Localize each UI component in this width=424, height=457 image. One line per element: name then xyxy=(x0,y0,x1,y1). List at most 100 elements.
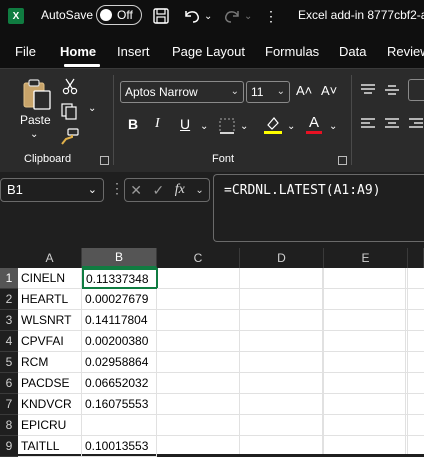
chevron-down-icon[interactable]: ⌄ xyxy=(195,185,203,196)
row-header[interactable]: 5 xyxy=(0,352,18,373)
cell-a7[interactable]: KNDVCR xyxy=(18,394,82,415)
autosave-toggle[interactable]: Off xyxy=(96,5,142,25)
align-left-icon[interactable] xyxy=(360,117,376,136)
formula-input[interactable]: =CRDNL.LATEST(A1:A9) xyxy=(213,174,424,242)
bold-button[interactable]: B xyxy=(128,116,138,132)
paste-icon[interactable] xyxy=(20,77,54,116)
cell-a1[interactable]: CINELN xyxy=(18,268,82,289)
chevron-down-icon: ⌄ xyxy=(87,184,97,196)
cell-b3[interactable]: 0.14117804 xyxy=(82,310,157,331)
name-box-value: B1 xyxy=(7,182,23,197)
fill-color-dropdown-icon[interactable]: ⌄ xyxy=(287,121,295,132)
chevron-down-icon: ⌄ xyxy=(276,86,285,97)
font-size-dropdown[interactable]: 11 ⌄ xyxy=(246,81,290,103)
align-middle-icon[interactable] xyxy=(384,83,400,102)
tab-home[interactable]: Home xyxy=(60,44,96,59)
cell-b6[interactable]: 0.06652032 xyxy=(82,373,157,394)
paste-button-label[interactable]: Paste xyxy=(20,113,51,127)
align-bottom-icon[interactable] xyxy=(408,79,424,101)
tab-file[interactable]: File xyxy=(15,44,36,59)
font-color-button[interactable]: A xyxy=(309,114,319,131)
cancel-icon[interactable]: ✕ xyxy=(130,182,142,199)
row-header[interactable]: 7 xyxy=(0,394,18,415)
row-header[interactable]: 3 xyxy=(0,310,18,331)
cell-b8[interactable] xyxy=(82,415,157,436)
formula-bar-grip-icon: ⋮ xyxy=(110,180,124,196)
tab-formulas[interactable]: Formulas xyxy=(265,44,319,59)
underline-dropdown-icon[interactable]: ⌄ xyxy=(200,121,208,132)
font-size-value: 11 xyxy=(251,85,264,99)
formula-bar-area: B1 ⌄ ⋮ ✕ ✓ fx ⌄ =CRDNL.LATEST(A1:A9) xyxy=(0,172,424,248)
align-center-icon[interactable] xyxy=(384,117,400,136)
cut-icon[interactable] xyxy=(62,77,78,100)
insert-function-button[interactable]: fx xyxy=(175,182,185,198)
column-header-b[interactable]: B xyxy=(82,248,157,268)
tab-page-layout[interactable]: Page Layout xyxy=(172,44,245,59)
formula-buttons: ✕ ✓ fx ⌄ xyxy=(124,178,210,202)
paste-dropdown-icon[interactable]: ⌄ xyxy=(30,129,38,140)
font-color-dropdown-icon[interactable]: ⌄ xyxy=(329,121,337,132)
cell-a5[interactable]: RCM xyxy=(18,352,82,373)
column-header-d[interactable]: D xyxy=(240,248,324,268)
cell-a6[interactable]: PACDSE xyxy=(18,373,82,394)
name-box[interactable]: B1 ⌄ xyxy=(0,178,104,202)
redo-dropdown-icon[interactable]: ⌄ xyxy=(244,5,252,27)
undo-dropdown-icon[interactable]: ⌄ xyxy=(204,5,212,27)
italic-button[interactable]: I xyxy=(155,116,160,132)
format-painter-icon[interactable] xyxy=(60,127,80,150)
cell-a2[interactable]: HEARTL xyxy=(18,289,82,310)
row-header[interactable]: 6 xyxy=(0,373,18,394)
row-header[interactable]: 4 xyxy=(0,331,18,352)
shrink-font-button[interactable]: A˅ xyxy=(321,83,337,98)
row-header[interactable]: 8 xyxy=(0,415,18,436)
gridline xyxy=(323,268,324,454)
align-right-icon[interactable] xyxy=(408,117,424,136)
customize-toolbar-icon[interactable]: ⋮ xyxy=(264,5,278,27)
copy-dropdown-icon[interactable]: ⌄ xyxy=(88,103,96,114)
ribbon: Paste ⌄ ⌄ Clipboard Aptos Narrow ⌄ 11 ⌄ … xyxy=(0,68,424,172)
autosave-label: AutoSave xyxy=(41,8,94,22)
cell-b4[interactable]: 0.00200380 xyxy=(82,331,157,352)
cell-a8[interactable]: EPICRU xyxy=(18,415,82,436)
grow-font-button[interactable]: A˄ xyxy=(296,83,312,98)
clipboard-group-label: Clipboard xyxy=(24,153,72,165)
toggle-knob xyxy=(100,9,112,21)
cell-b7[interactable]: 0.16075553 xyxy=(82,394,157,415)
cell-a3[interactable]: WLSNRT xyxy=(18,310,82,331)
cell-a4[interactable]: CPVFAI xyxy=(18,331,82,352)
font-group-label: Font xyxy=(212,153,235,165)
tab-data[interactable]: Data xyxy=(339,44,366,59)
enter-icon[interactable]: ✓ xyxy=(152,182,164,199)
row-header[interactable]: 1 xyxy=(0,268,18,289)
borders-dropdown-icon[interactable]: ⌄ xyxy=(240,121,248,132)
row-header[interactable]: 2 xyxy=(0,289,18,310)
tab-insert[interactable]: Insert xyxy=(117,44,150,59)
align-top-icon[interactable] xyxy=(360,83,376,102)
cell-b5[interactable]: 0.02958864 xyxy=(82,352,157,373)
font-dialog-launcher-icon[interactable] xyxy=(338,156,347,165)
cell-b1[interactable]: 0.11337348 xyxy=(82,268,158,289)
font-name-dropdown[interactable]: Aptos Narrow ⌄ xyxy=(120,81,244,103)
active-tab-indicator xyxy=(64,64,100,67)
column-header-e[interactable]: E xyxy=(324,248,408,268)
empty-cells-region[interactable] xyxy=(157,268,424,454)
column-header-c[interactable]: C xyxy=(157,248,240,268)
clipboard-dialog-launcher-icon[interactable] xyxy=(100,156,109,165)
tab-review[interactable]: Review xyxy=(387,44,424,59)
underline-button[interactable]: U xyxy=(180,116,190,132)
document-title: Excel add-in 8777cbf2-a xyxy=(298,8,424,22)
excel-logo-icon: X xyxy=(8,8,24,24)
ribbon-tabs: File Home Insert Page Layout Formulas Da… xyxy=(0,32,424,68)
save-icon[interactable] xyxy=(152,5,170,27)
redo-icon[interactable] xyxy=(222,5,242,27)
column-header-a[interactable]: A xyxy=(18,248,82,268)
column-header-f[interactable] xyxy=(408,248,424,268)
borders-icon[interactable] xyxy=(218,117,236,140)
font-color-swatch xyxy=(306,131,322,134)
cell-b2[interactable]: 0.00027679 xyxy=(82,289,157,310)
fill-color-swatch xyxy=(264,131,282,134)
select-all-corner[interactable] xyxy=(0,248,18,268)
copy-icon[interactable] xyxy=(60,102,80,125)
title-bar: X AutoSave Off ⌄ ⌄ ⋮ Excel add-in 8777cb… xyxy=(0,0,424,32)
undo-icon[interactable] xyxy=(182,5,202,27)
